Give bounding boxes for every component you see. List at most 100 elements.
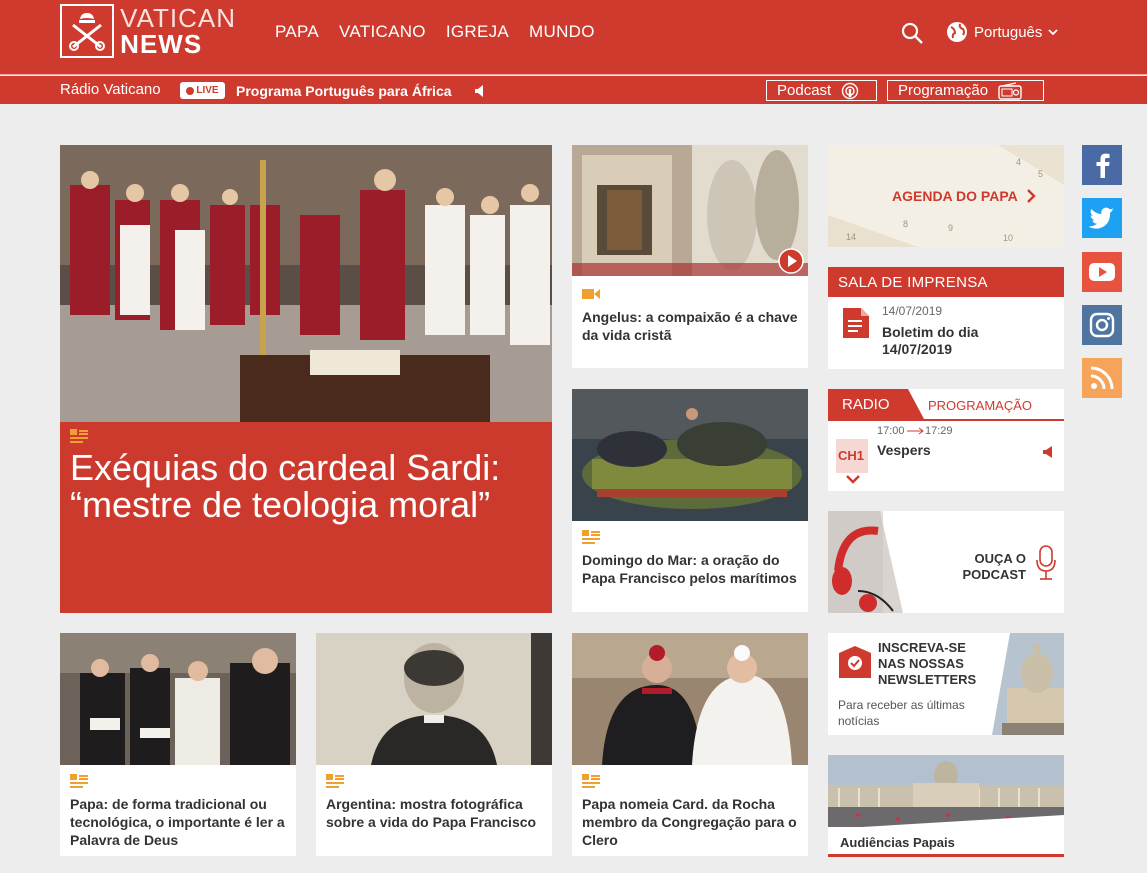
article-card-argentina[interactable]: Argentina: mostra fotográfica sobre a vi… xyxy=(316,633,552,856)
sala-date: 14/07/2019 xyxy=(882,304,943,318)
microphone-icon xyxy=(1036,545,1056,580)
live-label: LIVE xyxy=(196,85,219,96)
document-icon xyxy=(843,308,869,338)
radio-bar: Rádio Vaticano LIVE Programa Português p… xyxy=(0,76,1147,104)
article-title[interactable]: Papa nomeia Card. da Rocha membro da Con… xyxy=(582,795,798,849)
newsletter-subtitle: Para receber as últimas notícias xyxy=(838,698,965,728)
chevron-down-icon[interactable] xyxy=(846,475,860,484)
globe-icon xyxy=(947,22,967,42)
podcast-promo[interactable]: OUÇA O PODCAST xyxy=(828,511,1064,613)
svg-text:14: 14 xyxy=(846,232,856,242)
article-card-angelus[interactable]: Angelus: a compaixão é a chave da vida c… xyxy=(572,145,808,368)
svg-text:8: 8 xyxy=(903,219,908,229)
article-card-palavra[interactable]: Papa: de forma tradicional ou tecnológic… xyxy=(60,633,296,856)
rss-icon xyxy=(1090,366,1114,390)
article-type-icon xyxy=(70,429,88,443)
angelus-photo xyxy=(572,145,808,276)
svg-text:4: 4 xyxy=(1016,157,1021,167)
sala-de-imprensa: SALA DE IMPRENSA 14/07/2019 Boletim do d… xyxy=(828,267,1064,369)
instagram-link[interactable] xyxy=(1082,305,1122,345)
audiencias-label: Audiências Papais xyxy=(840,835,955,850)
radio-vaticano-label: Rádio Vaticano xyxy=(60,81,161,98)
logo-line1: VATICAN xyxy=(120,3,236,33)
chevron-right-icon xyxy=(1026,189,1036,203)
youtube-link[interactable] xyxy=(1082,252,1122,292)
instagram-icon xyxy=(1089,312,1115,338)
youtube-icon xyxy=(1089,263,1115,281)
time-end: 17:29 xyxy=(925,425,953,437)
article-card-domingo[interactable]: Domingo do Mar: a oração do Papa Francis… xyxy=(572,389,808,612)
language-label: Português xyxy=(974,23,1043,41)
article-type-icon xyxy=(326,774,344,788)
programacao-button[interactable]: Programação xyxy=(887,80,1044,101)
nav-mundo[interactable]: MUNDO xyxy=(529,22,595,42)
argentina-photo xyxy=(316,633,552,765)
time-start: 17:00 xyxy=(877,425,905,437)
programacao-label: Programação xyxy=(898,82,989,99)
article-title[interactable]: Angelus: a compaixão é a chave da vida c… xyxy=(582,308,798,344)
radio-tab[interactable]: RADIO xyxy=(842,396,890,413)
twitter-link[interactable] xyxy=(1082,198,1122,238)
language-selector[interactable]: Português xyxy=(946,21,1059,43)
hero-photo xyxy=(60,145,552,422)
nav-igreja[interactable]: IGREJA xyxy=(446,22,509,42)
channel-label: CH1 xyxy=(838,448,865,463)
facebook-link[interactable] xyxy=(1082,145,1122,185)
red-underline xyxy=(828,854,1064,857)
sala-item-title[interactable]: Boletim do dia 14/07/2019 xyxy=(882,324,1002,358)
article-card-rocha[interactable]: Papa nomeia Card. da Rocha membro da Con… xyxy=(572,633,808,856)
rocha-photo xyxy=(572,633,808,765)
main-nav: PAPA VATICANO IGREJA MUNDO xyxy=(275,22,595,42)
podcast-icon xyxy=(842,82,859,99)
twitter-icon xyxy=(1089,207,1114,229)
vatican-news-logo[interactable]: VATICAN NEWS xyxy=(60,4,236,58)
article-title[interactable]: Papa: de forma tradicional ou tecnológic… xyxy=(70,795,286,849)
newsletter-envelope-icon xyxy=(839,646,871,678)
slanted-divider xyxy=(828,815,1064,829)
article-title[interactable]: Argentina: mostra fotográfica sobre a vi… xyxy=(326,795,542,831)
play-video-icon[interactable] xyxy=(778,248,804,274)
domingo-photo xyxy=(572,389,808,521)
keys-emblem-icon xyxy=(60,4,115,58)
facebook-icon xyxy=(1096,153,1110,178)
top-header: VATICAN NEWS PAPA VATICANO IGREJA MUNDO … xyxy=(0,0,1147,75)
nav-papa[interactable]: PAPA xyxy=(275,22,319,42)
chevron-down-icon xyxy=(1048,29,1059,36)
live-dot-icon xyxy=(186,86,195,95)
speaker-icon[interactable] xyxy=(474,84,488,98)
podcast-button[interactable]: Podcast xyxy=(766,80,877,101)
sala-title[interactable]: SALA DE IMPRENSA xyxy=(828,267,1064,297)
newsletter-signup[interactable]: INSCREVA-SE NAS NOSSAS NEWSLETTERS Para … xyxy=(828,633,1064,735)
article-title[interactable]: Domingo do Mar: a oração do Papa Francis… xyxy=(582,551,798,587)
article-type-icon xyxy=(70,774,88,788)
agenda-do-papa-banner[interactable]: 14 8 9 10 4 5 AGENDA DO PAPA xyxy=(828,145,1064,247)
live-program-title[interactable]: Programa Português para África xyxy=(236,83,452,99)
newsletter-title: INSCREVA-SE NAS NOSSAS NEWSLETTERS xyxy=(878,640,977,687)
basilica-photo xyxy=(992,633,1064,735)
hero-title[interactable]: Exéquias do cardeal Sardi: “mestre de te… xyxy=(70,449,545,523)
live-badge[interactable]: LIVE xyxy=(180,82,225,99)
hero-article[interactable]: Exéquias do cardeal Sardi: “mestre de te… xyxy=(60,145,552,613)
radio-icon xyxy=(998,81,1022,100)
channel-box[interactable]: CH1 xyxy=(836,439,868,473)
svg-text:10: 10 xyxy=(1003,233,1013,243)
svg-text:9: 9 xyxy=(948,223,953,233)
svg-text:5: 5 xyxy=(1038,169,1043,179)
podcast-label: Podcast xyxy=(777,82,832,99)
audiencias-papais-card[interactable]: Audiências Papais xyxy=(828,755,1064,857)
palavra-photo xyxy=(60,633,296,765)
video-camera-icon xyxy=(582,289,600,299)
logo-line2: NEWS xyxy=(120,29,203,59)
radio-widget: RADIO PROGRAMAÇÃO CH1 17:00 17:29 Vesper… xyxy=(828,389,1064,491)
podcast-promo-label: OUÇA O PODCAST xyxy=(962,551,1026,582)
agenda-label: AGENDA DO PAPA xyxy=(892,188,1018,204)
article-type-icon xyxy=(582,530,600,544)
article-type-icon xyxy=(582,774,600,788)
arrow-right-icon xyxy=(907,427,924,435)
search-icon[interactable] xyxy=(900,21,924,45)
speaker-icon[interactable] xyxy=(1042,445,1054,459)
nav-vaticano[interactable]: VATICANO xyxy=(339,22,426,42)
show-title[interactable]: Vespers xyxy=(877,442,931,458)
programacao-tab[interactable]: PROGRAMAÇÃO xyxy=(928,398,1032,413)
rss-link[interactable] xyxy=(1082,358,1122,398)
